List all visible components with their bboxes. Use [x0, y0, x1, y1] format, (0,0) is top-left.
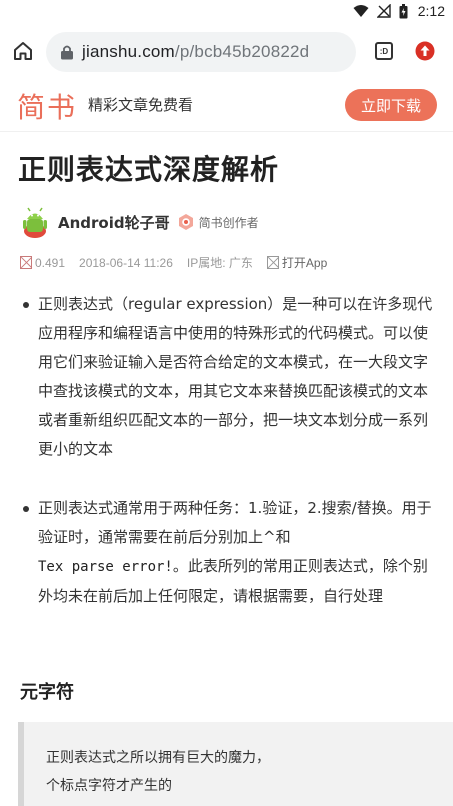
- address-bar[interactable]: jianshu.com/p/bcb45b20822d: [46, 32, 356, 72]
- quote-text: 正则表达式之所以拥有巨大的魔力， 个标点字符才产生的: [46, 750, 270, 794]
- diamond-icon: [20, 255, 32, 269]
- lock-icon: [61, 45, 73, 60]
- url-host: jianshu.com: [82, 42, 175, 61]
- signal-off-icon: [376, 4, 391, 18]
- article-score: 0.491: [35, 255, 66, 270]
- status-icons: 2:12: [353, 3, 445, 19]
- publish-datetime: 2018-06-14 11:26: [79, 255, 173, 270]
- url-path: /p/bcb45b20822d: [174, 42, 310, 61]
- battery-icon: [399, 3, 408, 18]
- app-icon: [266, 256, 279, 269]
- bullet-text: 正则表达式通常用于两种任务：1.验证，2.搜索/替换。用于验证时，通常需要在前后…: [38, 499, 432, 546]
- article-body: 正则表达式（regular expression）是一种可以在许多现代应用程序和…: [20, 290, 435, 611]
- tab-switcher-button[interactable]: :D: [375, 42, 393, 60]
- ip-location: IP属地: 广东: [186, 256, 253, 270]
- author-name[interactable]: Android轮子哥: [58, 212, 170, 233]
- status-bar: 2:12: [0, 0, 453, 24]
- author-row: Android轮子哥 简书创作者: [20, 205, 259, 239]
- jianshu-logo[interactable]: 简书: [17, 86, 77, 126]
- update-icon[interactable]: [415, 41, 435, 61]
- site-header: 简书 精彩文章免费看 立即下载: [0, 80, 453, 132]
- status-time: 2:12: [417, 3, 445, 19]
- score-item: 0.491: [20, 255, 66, 270]
- browser-toolbar: jianshu.com/p/bcb45b20822d :D: [0, 24, 453, 104]
- url-text: jianshu.com/p/bcb45b20822d: [82, 42, 309, 62]
- creator-badge-label: 简书创作者: [198, 215, 259, 230]
- download-app-button[interactable]: 立即下载: [345, 89, 437, 121]
- article-title: 正则表达式深度解析: [18, 153, 280, 186]
- open-app-label: 打开App: [281, 256, 328, 270]
- section-heading: 元字符: [20, 682, 74, 703]
- list-item: 正则表达式（regular expression）是一种可以在许多现代应用程序和…: [20, 290, 435, 464]
- blockquote: 正则表达式之所以拥有巨大的魔力， 个标点字符才产生的: [18, 722, 453, 806]
- open-app-link[interactable]: 打开App: [266, 254, 328, 271]
- wifi-icon: [353, 5, 369, 17]
- tex-parse-error: Tex parse error!: [38, 559, 173, 575]
- creator-badge-icon: [178, 214, 193, 230]
- home-icon[interactable]: [12, 40, 34, 62]
- author-avatar[interactable]: [20, 205, 50, 239]
- list-item: 正则表达式通常用于两种任务：1.验证，2.搜索/替换。用于验证时，通常需要在前后…: [20, 494, 435, 611]
- header-tagline: 精彩文章免费看: [88, 96, 194, 114]
- article-meta: 0.491 2018-06-14 11:26 IP属地: 广东 打开App: [20, 254, 327, 271]
